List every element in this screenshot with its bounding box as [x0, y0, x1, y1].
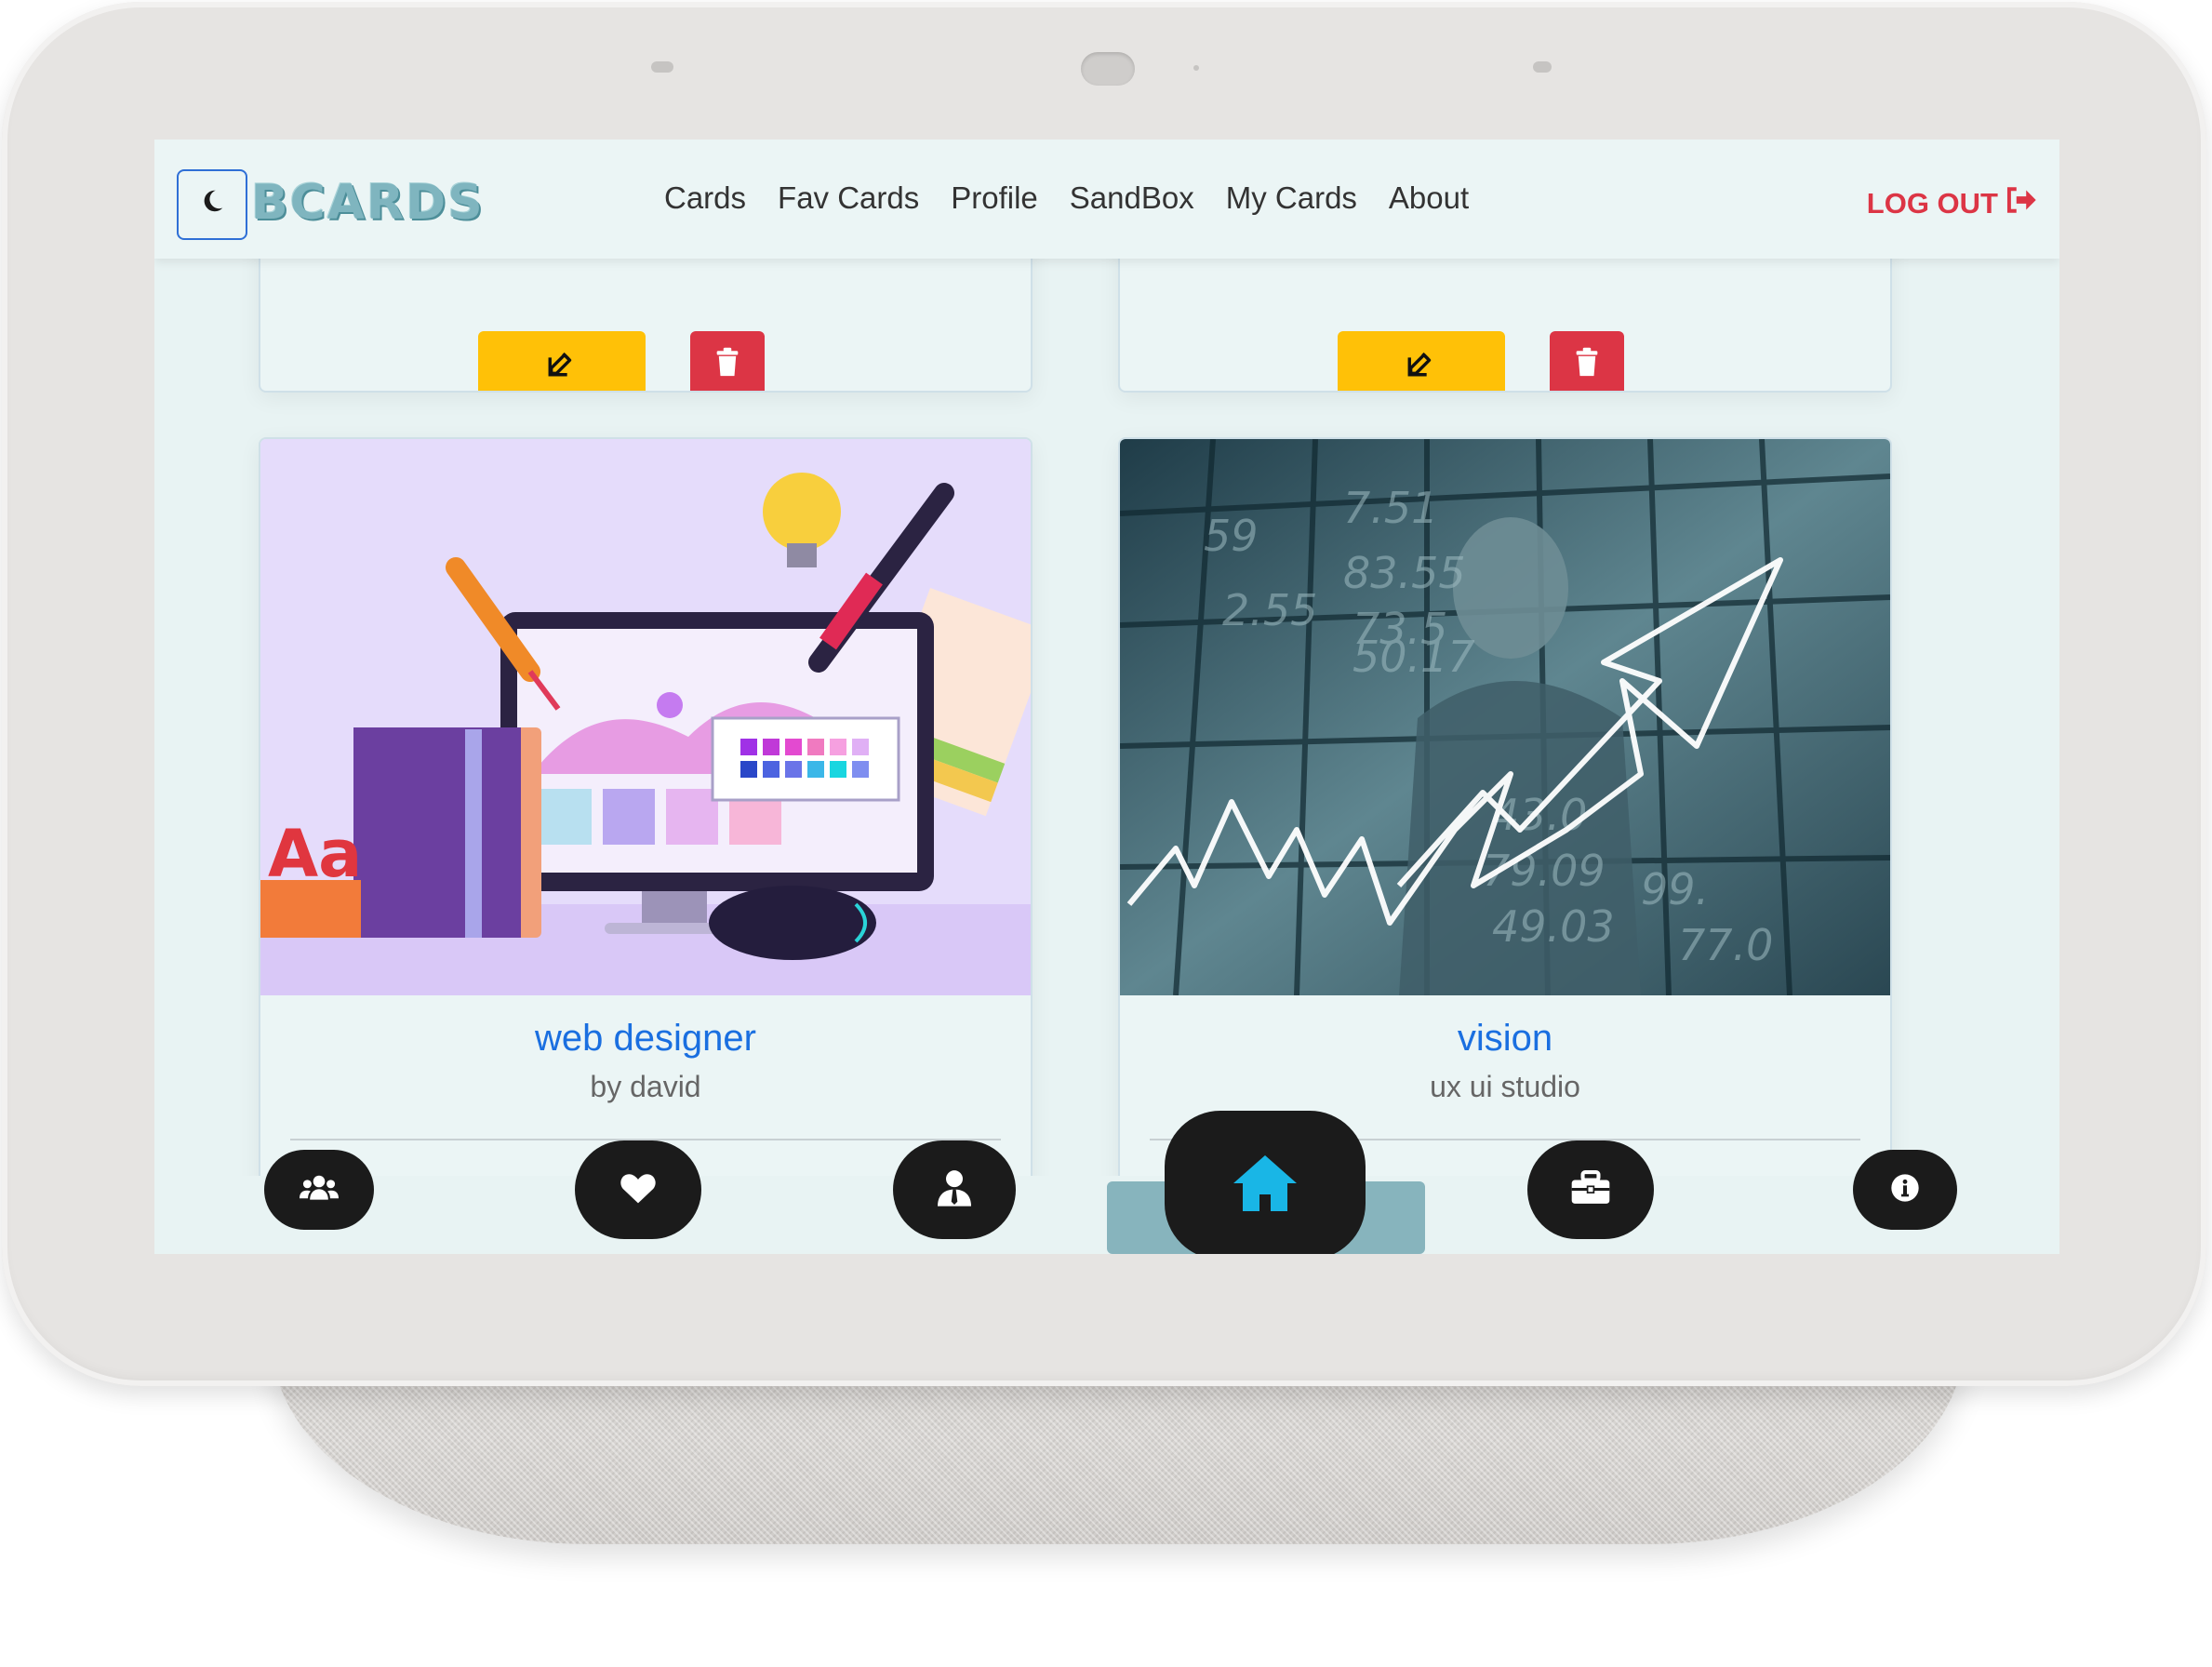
nav-link-profile[interactable]: Profile: [951, 180, 1038, 216]
heart-icon: [620, 1171, 657, 1209]
device-frame: Aa web designer by david 59 7.51 83.55 2…: [2, 2, 2206, 1386]
user-tie-icon: [938, 1169, 971, 1211]
sensor-left: [651, 61, 673, 73]
bottom-nav-favorites[interactable]: [575, 1140, 701, 1239]
users-icon: [300, 1172, 339, 1208]
svg-text:50.17: 50.17: [1353, 632, 1475, 682]
edit-button[interactable]: [1338, 331, 1505, 391]
nav-link-cards[interactable]: Cards: [664, 180, 746, 216]
bottom-nav-about[interactable]: [1853, 1150, 1957, 1230]
svg-text:49.03: 49.03: [1492, 901, 1615, 952]
bottom-nav-home[interactable]: [1165, 1111, 1366, 1254]
svg-text:59: 59: [1204, 511, 1259, 561]
card-title: vision: [1457, 1018, 1553, 1059]
business-card[interactable]: Aa web designer by david: [259, 437, 1033, 1254]
sensor-right: [1533, 61, 1552, 73]
nav-link-about[interactable]: About: [1389, 180, 1469, 216]
bottom-nav-profile[interactable]: [893, 1140, 1016, 1239]
svg-text:7.51: 7.51: [1343, 483, 1438, 533]
navbar: BCARDS Cards Fav Cards Profile SandBox M…: [154, 140, 2059, 259]
card-image: 597.5183.55 2.55 73.550.17 43.079.0949.03…: [1120, 439, 1890, 995]
info-icon: [1890, 1173, 1920, 1207]
logout-button[interactable]: LOG OUT: [1867, 186, 2037, 221]
svg-text:77.0: 77.0: [1678, 920, 1773, 970]
edit-icon: [546, 347, 578, 387]
svg-text:Aa: Aa: [268, 816, 362, 892]
svg-text:2.55: 2.55: [1222, 585, 1317, 635]
bottom-nav-cards[interactable]: [264, 1150, 374, 1230]
nav-link-fav-cards[interactable]: Fav Cards: [778, 180, 919, 216]
camera-icon: [1081, 52, 1135, 86]
card-image: Aa: [260, 439, 1031, 995]
logo[interactable]: BCARDS: [251, 175, 485, 231]
nav-link-sandbox[interactable]: SandBox: [1070, 180, 1194, 216]
briefcase-icon: [1570, 1169, 1611, 1210]
delete-button[interactable]: [690, 331, 765, 391]
sensor-dot: [1193, 65, 1199, 71]
delete-button[interactable]: [1550, 331, 1624, 391]
nav-link-my-cards[interactable]: My Cards: [1226, 180, 1357, 216]
moon-icon: [198, 187, 226, 223]
svg-text:83.55: 83.55: [1343, 548, 1466, 598]
theme-toggle-button[interactable]: [177, 169, 247, 240]
svg-text:99.: 99.: [1641, 864, 1709, 914]
card-title: web designer: [535, 1018, 756, 1059]
bottom-nav-my-cards[interactable]: [1527, 1140, 1654, 1239]
edit-icon: [1406, 347, 1437, 387]
home-icon: [1232, 1154, 1299, 1218]
nav-links: Cards Fav Cards Profile SandBox My Cards…: [664, 180, 1469, 216]
screen: Aa web designer by david 59 7.51 83.55 2…: [154, 140, 2059, 1254]
trash-icon: [713, 347, 741, 387]
trash-icon: [1573, 347, 1601, 387]
sign-out-icon: [2005, 186, 2037, 221]
card-subtitle: by david: [590, 1070, 701, 1103]
edit-button[interactable]: [478, 331, 646, 391]
logout-label: LOG OUT: [1866, 187, 1998, 220]
card-subtitle: ux ui studio: [1430, 1070, 1580, 1103]
